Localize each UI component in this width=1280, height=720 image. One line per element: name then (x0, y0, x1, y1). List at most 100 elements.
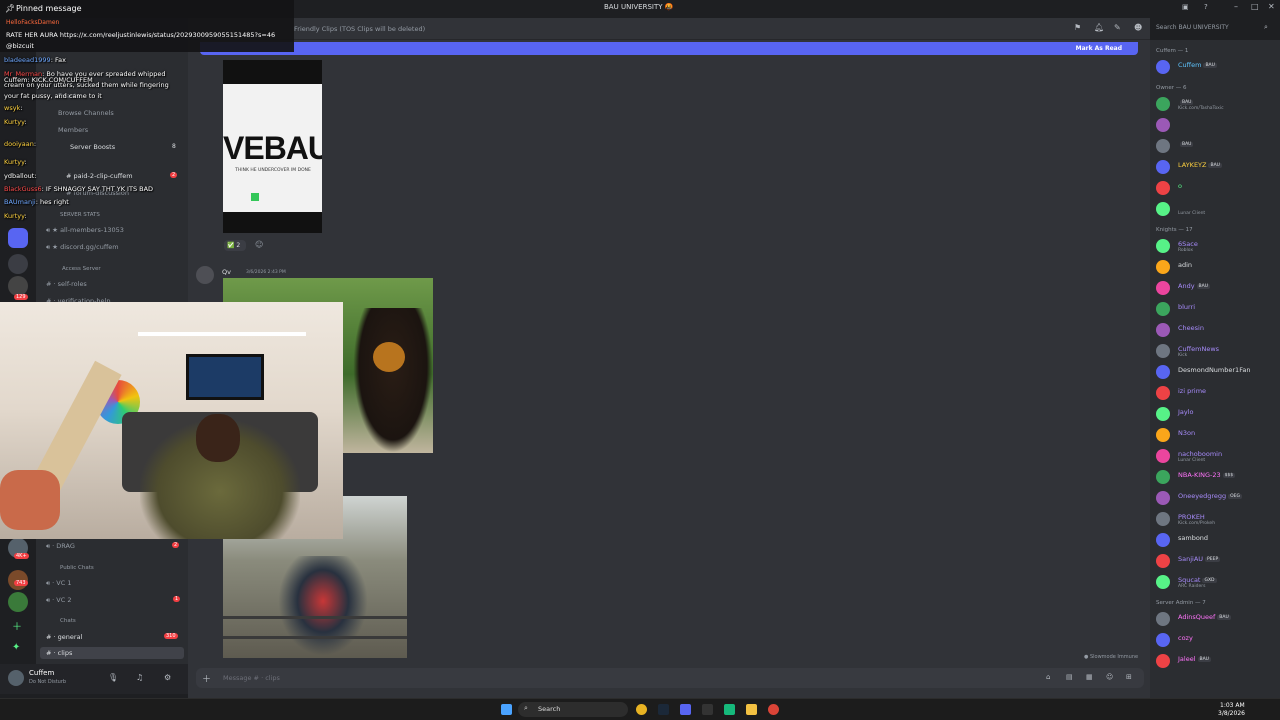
member-row[interactable]: DesmondNumber1Fan (1154, 363, 1278, 381)
member-row[interactable]: LAYKEYZ BAU (1154, 158, 1278, 176)
stream-chat-line: ydballout: (4, 172, 37, 180)
member-tag: BAU (1208, 163, 1222, 168)
member-name-text: Cheesin (1178, 324, 1204, 332)
clock-time[interactable]: 1:03 AM (1220, 702, 1245, 709)
channel-self-roles[interactable]: # · self-roles (46, 280, 87, 288)
video-caption: THINK HE UNDERCOVER IM DONE (235, 168, 311, 173)
stream-chat-line: wsyk: (4, 104, 23, 112)
attach-icon[interactable]: ＋ (202, 672, 211, 685)
avatar[interactable] (196, 266, 214, 284)
maximize-icon[interactable]: □ (1251, 2, 1259, 11)
avatar (1156, 202, 1170, 216)
member-name-text: LAYKEYZ (1178, 161, 1207, 169)
member-row[interactable]: Cuffem BAU (1154, 58, 1278, 76)
member-row[interactable]: 6Sace Roblox (1154, 237, 1278, 255)
stream-chat-message: KICK.COM/CUFFEM (31, 76, 93, 84)
member-row[interactable]: izi prime (1154, 384, 1278, 402)
channel-vc1[interactable]: 🔊︎ · VC 1 (46, 579, 71, 588)
member-row[interactable]: SanjiAU PEEP (1154, 552, 1278, 570)
server-icon[interactable] (8, 276, 28, 296)
member-row[interactable]: PROKEH Kick.com/Prokeh (1154, 510, 1278, 528)
channel-general[interactable]: # · general (46, 633, 82, 641)
channel-discord-link[interactable]: 🔊︎ ★ discord.gg/cuffem (46, 243, 119, 252)
add-server-icon[interactable]: ＋ (12, 618, 22, 633)
channel-vc2[interactable]: 🔊︎ · VC 2 (46, 596, 71, 605)
message-composer[interactable]: ＋ Message # · clips ⌂ ▤ ▦ ☺ ⊞ (196, 668, 1144, 688)
threads-icon[interactable]: ⚑ (1074, 23, 1081, 32)
minimize-icon[interactable]: – (1234, 2, 1238, 11)
members-list-icon[interactable]: ☻ (1134, 23, 1142, 32)
obs-icon[interactable] (702, 704, 713, 715)
member-name-text: 6Sace (1178, 240, 1198, 248)
member-row[interactable]: nachoboomin Lunar Client (1154, 447, 1278, 465)
discover-icon[interactable]: ✦ (12, 642, 20, 653)
member-row[interactable]: sambond (1154, 531, 1278, 549)
channel-drag[interactable]: 🔊︎ · DRAG (46, 542, 75, 551)
stream-chat-message: IF SHNAGGY SAY THT YK ITS BAD (45, 185, 154, 193)
microphone-icon[interactable]: 🎙︎ (108, 673, 118, 682)
gift-icon[interactable]: ⌂ (1046, 673, 1050, 681)
pin-icon[interactable]: ✎ (1114, 23, 1121, 32)
member-row[interactable]: BAU Kick.com/TashaToxic (1154, 95, 1278, 113)
chrome-icon[interactable] (636, 704, 647, 715)
member-row[interactable]: adin (1154, 258, 1278, 276)
category-public-chats[interactable]: Public Chats (60, 565, 94, 571)
member-row[interactable]: o (1154, 179, 1278, 197)
member-row[interactable]: Oneeyedgregg OEG (1154, 489, 1278, 507)
server-icon[interactable] (8, 592, 28, 612)
file-explorer-icon[interactable] (746, 704, 757, 715)
taskbar-search[interactable]: ⌕ Search (518, 702, 628, 717)
member-row[interactable]: N3on (1154, 426, 1278, 444)
category-access-server[interactable]: Access Server (62, 266, 101, 272)
channel-clips-selected[interactable]: # · clips (40, 647, 184, 659)
unread-badge: 310 (164, 633, 178, 639)
member-row[interactable]: blurri (1154, 300, 1278, 318)
discord-icon[interactable] (680, 704, 691, 715)
member-row[interactable]: cozy (1154, 631, 1278, 649)
member-row[interactable]: Jaylo (1154, 405, 1278, 423)
sticker-icon[interactable]: ▦ (1086, 673, 1093, 681)
member-row[interactable] (1154, 116, 1278, 134)
stream-chat-user: wsyk (4, 104, 21, 112)
category-chats[interactable]: Chats (60, 618, 76, 624)
bell-icon[interactable]: 🔔︎ (1094, 23, 1104, 32)
server-icon[interactable] (8, 254, 28, 274)
help-icon[interactable]: ? (1204, 3, 1208, 11)
member-row[interactable]: NBA-KING-23 $$$ (1154, 468, 1278, 486)
gif-icon[interactable]: ▤ (1066, 673, 1073, 681)
message-image-video[interactable]: VEBAU THINK HE UNDERCOVER IM DONE (223, 60, 322, 233)
mark-as-read-button[interactable]: Mark As Read (1076, 45, 1122, 52)
apps-icon[interactable]: ⊞ (1126, 673, 1132, 681)
search-box[interactable]: Search BAU UNIVERSITY ⌕ (1150, 20, 1276, 36)
emoji-icon[interactable]: ☺ (1106, 673, 1113, 681)
member-row[interactable]: Jaleel BAU (1154, 652, 1278, 670)
browser-icon[interactable] (768, 704, 779, 715)
settings-gear-icon[interactable]: ⚙ (164, 673, 171, 682)
app-icon[interactable] (724, 704, 735, 715)
member-row[interactable]: Lunar Client (1154, 200, 1278, 218)
shelf (138, 332, 306, 336)
member-row[interactable]: BAU (1154, 137, 1278, 155)
add-reaction-icon[interactable]: ☺ (255, 240, 263, 249)
steam-icon[interactable] (658, 704, 669, 715)
avatar[interactable] (8, 670, 24, 686)
member-row[interactable]: AdinsQueef BAU (1154, 610, 1278, 628)
start-icon[interactable] (501, 704, 512, 715)
close-icon[interactable]: ✕ (1268, 2, 1275, 11)
clock-date[interactable]: 3/8/2026 (1218, 710, 1245, 717)
member-row[interactable]: Squcat GXD ARC Raiders (1154, 573, 1278, 591)
member-name-text: nachoboomin (1178, 450, 1223, 458)
member-name: cozy (1178, 634, 1193, 642)
member-activity: Kick.com/Prokeh (1178, 521, 1216, 526)
member-row[interactable]: CuffemNews Kick (1154, 342, 1278, 360)
new-messages-banner[interactable]: Mark As Read (200, 42, 1138, 55)
member-row[interactable]: Cheesin (1154, 321, 1278, 339)
channel-all-members[interactable]: 🔊︎ ★ all-members-13053 (46, 226, 124, 235)
user-name[interactable]: Cuffem (29, 669, 54, 677)
headphones-icon[interactable]: ♫ (136, 673, 143, 682)
member-row[interactable]: Andy BAU (1154, 279, 1278, 297)
message-author[interactable]: Qv (222, 268, 231, 276)
server-icon[interactable] (8, 228, 28, 248)
inbox-icon[interactable]: ▣ (1182, 3, 1189, 11)
reaction-chip[interactable]: ✅ 2 (224, 240, 246, 251)
